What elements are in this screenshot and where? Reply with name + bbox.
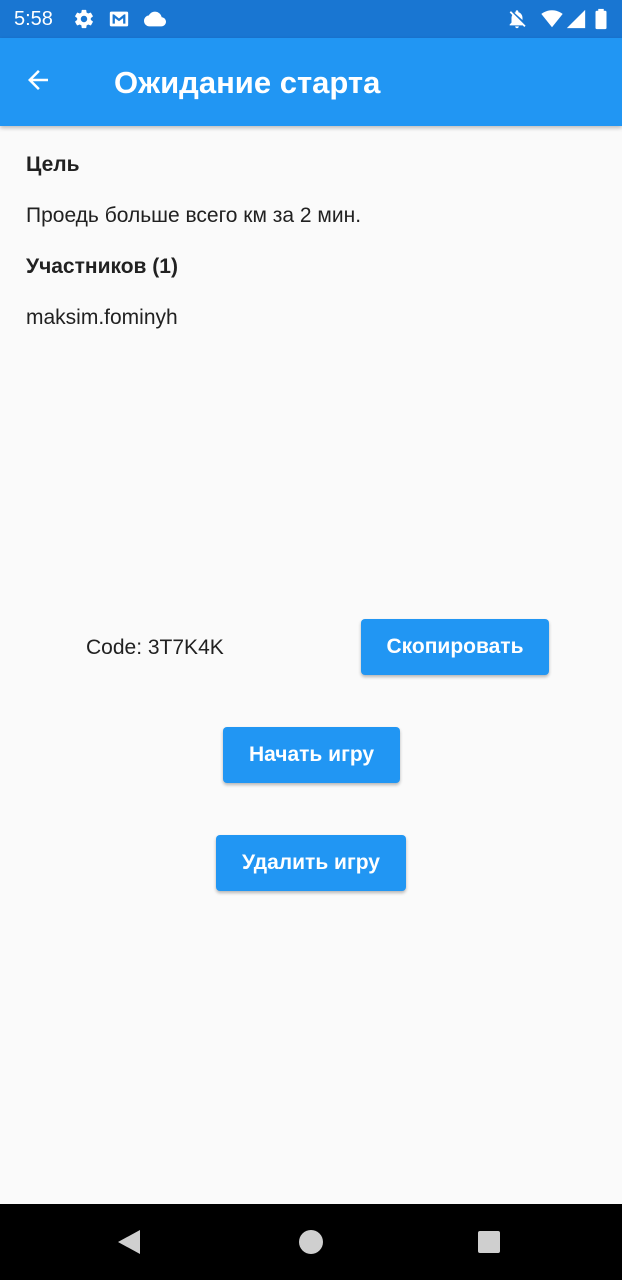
back-button[interactable] [16, 60, 60, 104]
status-bar: 5:58 [0, 0, 622, 38]
nav-home-icon[interactable] [299, 1230, 323, 1254]
app-bar: Ожидание старта [0, 38, 622, 126]
cloud-icon [143, 8, 166, 30]
participant-item: maksim.fominyh [26, 306, 178, 329]
gear-icon [73, 8, 95, 30]
notifications-off-icon [506, 8, 528, 30]
game-code-label: Code: 3T7K4K [86, 636, 224, 659]
gmail-icon [108, 8, 130, 30]
status-time: 5:58 [14, 8, 53, 30]
goal-heading: Цель [26, 153, 80, 176]
signal-icon [565, 8, 587, 30]
page-title: Ожидание старта [114, 65, 381, 100]
nav-recents-icon[interactable] [478, 1231, 500, 1253]
nav-back-icon[interactable] [118, 1230, 140, 1254]
start-game-button[interactable]: Начать игру [223, 727, 400, 783]
copy-code-button[interactable]: Скопировать [361, 619, 549, 675]
goal-text: Проедь больше всего км за 2 мин. [26, 204, 362, 227]
battery-icon [594, 8, 608, 30]
participants-heading: Участников (1) [26, 255, 178, 278]
wifi-icon [540, 8, 563, 30]
arrow-back-icon [23, 65, 53, 100]
delete-game-button[interactable]: Удалить игру [216, 835, 406, 891]
navigation-bar [0, 1204, 622, 1280]
